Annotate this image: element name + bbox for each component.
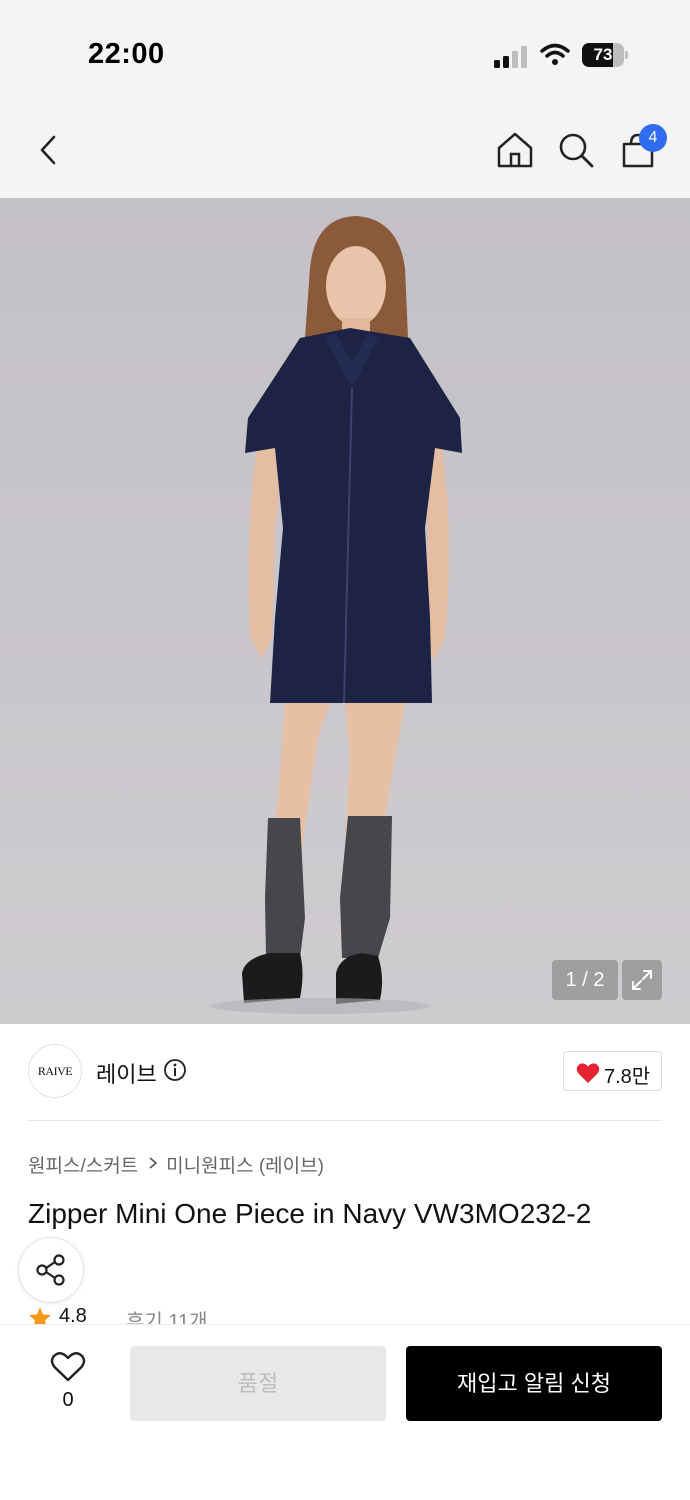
info-icon[interactable]: [163, 1058, 187, 1082]
restock-alert-button[interactable]: 재입고 알림 신청: [406, 1346, 662, 1421]
expand-image-button[interactable]: [622, 960, 662, 1000]
brand-like-count: 7.8만: [604, 1066, 651, 1088]
star-icon: [29, 1307, 51, 1326]
wishlist-count: 0: [62, 1389, 74, 1411]
status-time: 22:00: [88, 38, 165, 70]
chevron-right-icon: [148, 1154, 158, 1176]
home-button[interactable]: [493, 128, 537, 172]
divider: [28, 1120, 662, 1121]
cellular-signal-icon: [494, 46, 527, 68]
chevron-left-icon: [40, 135, 56, 165]
soldout-button[interactable]: 품절: [130, 1346, 386, 1421]
heart-outline-icon: [50, 1352, 86, 1382]
search-icon: [559, 133, 594, 168]
model-photo: [0, 198, 690, 1024]
cart-button[interactable]: 4: [616, 124, 667, 172]
app-header: 4: [0, 100, 690, 198]
battery-icon: 73: [582, 43, 628, 67]
brand-logo[interactable]: RAIVE: [28, 1044, 82, 1098]
wifi-icon: [540, 43, 570, 65]
product-title: Zipper Mini One Piece in Navy VW3MO232-2: [28, 1198, 592, 1229]
battery-level: 73: [593, 45, 613, 64]
brand-name[interactable]: 레이브: [96, 1057, 157, 1089]
share-button[interactable]: [18, 1237, 84, 1303]
wishlist-button[interactable]: 0: [40, 1347, 96, 1417]
back-button[interactable]: [26, 128, 70, 172]
breadcrumb-subcategory[interactable]: 미니원피스 (레이브): [166, 1156, 324, 1177]
search-button[interactable]: [554, 128, 598, 172]
breadcrumb-category[interactable]: 원피스/스커트: [28, 1156, 138, 1177]
heart-icon: [576, 1063, 600, 1083]
cart-count-badge: 4: [639, 124, 667, 152]
home-icon: [497, 132, 533, 168]
expand-icon: [632, 970, 652, 990]
rating-value: 4.8: [59, 1305, 87, 1326]
brand-like-button[interactable]: 7.8만: [563, 1051, 662, 1091]
bottom-action-bar: 0 품절 재입고 알림 신청: [0, 1324, 690, 1500]
product-image[interactable]: [0, 198, 690, 1024]
rating-row[interactable]: 4.8 후기 11개: [28, 1302, 328, 1326]
share-icon: [36, 1254, 65, 1286]
status-bar: 22:00 73: [0, 0, 690, 100]
image-page-indicator: 1 / 2: [552, 960, 618, 1000]
breadcrumb: 원피스/스커트 미니원피스 (레이브): [28, 1151, 324, 1178]
review-count: 후기 11개: [126, 1311, 208, 1326]
